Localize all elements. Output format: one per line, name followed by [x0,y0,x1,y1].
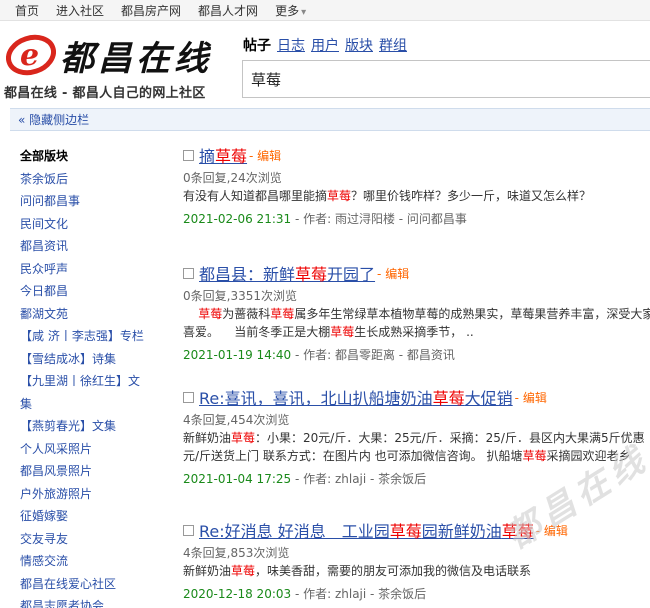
result-meta: 2021-01-19 14:40 - 作者: 都昌零距离 - 都昌资讯 [183,346,650,363]
result-title-row: Re:喜讯，喜讯，北山扒船塘奶油草莓大促销 - 编辑 [183,385,650,409]
result-author-forum: - 作者: 雨过浔阳楼 - 问问都昌事 [291,212,467,226]
nav-home-link[interactable]: 首页 [15,2,39,19]
sidebar-item[interactable]: 今日都昌 [20,280,160,303]
edit-link[interactable]: - 编辑 [249,147,281,164]
result-title-link[interactable]: 都昌县：新鲜草莓开园了 [199,261,375,285]
result-item: Re:喜讯，喜讯，北山扒船塘奶油草莓大促销 - 编辑 4条回复,454次浏览 新… [183,385,650,518]
result-title-link[interactable]: Re:好消息 好消息 工业园草莓园新鲜奶油草莓 [199,518,534,542]
result-checkbox[interactable] [183,524,194,536]
result-date: 2021-01-19 14:40 [183,348,292,362]
result-author-forum: - 作者: 都昌零距离 - 都昌资讯 [291,348,455,362]
nav-housing-link[interactable]: 都昌房产网 [121,2,181,19]
result-title-link[interactable]: Re:喜讯，喜讯，北山扒船塘奶油草莓大促销 [199,385,513,409]
sidebar-item[interactable]: 都昌风景照片 [20,460,160,483]
result-meta: 2020-12-18 20:03 - 作者: zhlaji - 茶余饭后 [183,585,650,602]
result-stats: 4条回复,454次浏览 [183,413,290,427]
result-snippet: 新鲜奶油草莓，味美香甜，需要的朋友可添加我的微信及电话联系 [183,564,532,578]
search-type-users[interactable]: 用户 [311,35,339,55]
result-title-link[interactable]: 摘草莓 [199,143,247,167]
sidebar-item[interactable]: 民间文化 [20,213,160,236]
site-logo[interactable]: e 都昌在线 都昌在线 - 都昌人自己的网上社区 [2,27,240,105]
result-title-row: Re:好消息 好消息 工业园草莓园新鲜奶油草莓 - 编辑 [183,518,650,542]
logo-title: 都昌在线 [60,39,212,79]
search-input[interactable] [242,60,650,98]
edit-link[interactable]: - 编辑 [377,265,409,282]
edit-link[interactable]: - 编辑 [515,389,547,406]
sidebar-toggle-bar: « 隐藏侧边栏 [10,108,650,131]
logo-slogan: 都昌在线 - 都昌人自己的网上社区 [4,86,206,101]
result-item: 摘草莓 - 编辑 0条回复,24次浏览 有没有人知道都昌哪里能摘草莓？哪里价钱咋… [183,143,650,261]
sidebar-item[interactable]: 【咸 济丨李志强】专栏 [20,325,160,348]
result-stats: 0条回复,24次浏览 [183,171,282,185]
sidebar-item[interactable]: 【燕剪春光】文集 [20,415,160,438]
result-meta: 2021-01-04 17:25 - 作者: zhlaji - 茶余饭后 [183,470,650,487]
result-date: 2020-12-18 20:03 [183,587,292,601]
result-snippet: 草莓为蔷薇科草莓属多年生常绿草本植物草莓的成熟果实，草莓果营养丰富，深受大家 [198,307,650,321]
sidebar-item[interactable]: 问问都昌事 [20,190,160,213]
nav-more-dropdown[interactable]: 更多 [275,2,306,19]
search-type-tabs: 帖子 日志 用户 版块 群组 [243,35,413,55]
result-item: Re:好消息 好消息 工业园草莓园新鲜奶油草莓 - 编辑 4条回复,853次浏览… [183,518,650,608]
result-title-row: 都昌县：新鲜草莓开园了 - 编辑 [183,261,650,285]
sidebar-item-all[interactable]: 全部版块 [20,145,160,168]
result-snippet: 新鲜奶油草莓：小果：20元/斤．大果：25元/斤．采摘：25/斤．县区内大果满5… [183,431,645,445]
result-author-forum: - 作者: zhlaji - 茶余饭后 [291,472,427,486]
result-checkbox[interactable] [183,149,194,161]
search-type-forums[interactable]: 版块 [345,35,373,55]
result-date: 2021-02-06 21:31 [183,212,292,226]
site-header: e 都昌在线 都昌在线 - 都昌人自己的网上社区 帖子 日志 用户 版块 群组 [0,21,650,106]
sidebar-item[interactable]: 都昌资讯 [20,235,160,258]
edit-link[interactable]: - 编辑 [536,522,568,539]
result-meta: 2021-02-06 21:31 - 作者: 雨过浔阳楼 - 问问都昌事 [183,210,650,227]
sidebar-item[interactable]: 个人风采照片 [20,438,160,461]
sidebar-item[interactable]: 征婚嫁娶 [20,505,160,528]
result-snippet-line2: 喜爱。 当前冬季正是大棚草莓生长成熟采摘季节， .. [183,325,474,339]
sidebar-item[interactable]: 【九里湖丨徐红生】文 [20,370,160,393]
result-date: 2021-01-04 17:25 [183,472,292,486]
forum-sidebar: 全部版块 茶余饭后 问问都昌事 民间文化 都昌资讯 民众呼声 今日都昌 鄱湖文苑… [20,145,160,608]
search-type-groups[interactable]: 群组 [379,35,407,55]
result-author-forum: - 作者: zhlaji - 茶余饭后 [291,587,427,601]
search-results: 摘草莓 - 编辑 0条回复,24次浏览 有没有人知道都昌哪里能摘草莓？哪里价钱咋… [183,143,650,608]
result-snippet-line2: 元/斤送货上门 联系方式：在图片内 也可添加微信咨询。 扒船塘草莓采摘园欢迎老乡 [183,449,631,463]
sidebar-item[interactable]: 集 [20,393,160,416]
hide-sidebar-link[interactable]: « 隐藏侧边栏 [18,111,89,128]
sidebar-item[interactable]: 交友寻友 [20,528,160,551]
sidebar-item[interactable]: 鄱湖文苑 [20,303,160,326]
top-nav: 首页 进入社区 都昌房产网 都昌人才网 更多 [0,0,650,21]
nav-jobs-link[interactable]: 都昌人才网 [198,2,258,19]
sidebar-item[interactable]: 茶余饭后 [20,168,160,191]
sidebar-item[interactable]: 情感交流 [20,550,160,573]
sidebar-item[interactable]: 民众呼声 [20,258,160,281]
search-type-posts[interactable]: 帖子 [243,35,271,55]
logo-e-icon: e [6,34,56,76]
sidebar-item[interactable]: 都昌志愿者协会 [20,595,160,608]
result-stats: 4条回复,853次浏览 [183,546,290,560]
sidebar-item[interactable]: 户外旅游照片 [20,483,160,506]
result-checkbox[interactable] [183,391,194,403]
nav-community-link[interactable]: 进入社区 [56,2,104,19]
sidebar-item[interactable]: 都昌在线爱心社区 [20,573,160,596]
result-title-row: 摘草莓 - 编辑 [183,143,650,167]
result-checkbox[interactable] [183,267,194,279]
result-snippet: 有没有人知道都昌哪里能摘草莓？哪里价钱咋样？多少一斤，味道又怎么样？ [183,189,592,203]
result-stats: 0条回复,3351次浏览 [183,289,297,303]
result-item: 都昌县：新鲜草莓开园了 - 编辑 0条回复,3351次浏览 草莓为蔷薇科草莓属多… [183,261,650,385]
sidebar-item[interactable]: 【雪结成冰】诗集 [20,348,160,371]
search-type-blogs[interactable]: 日志 [277,35,305,55]
svg-text:e: e [20,38,39,73]
